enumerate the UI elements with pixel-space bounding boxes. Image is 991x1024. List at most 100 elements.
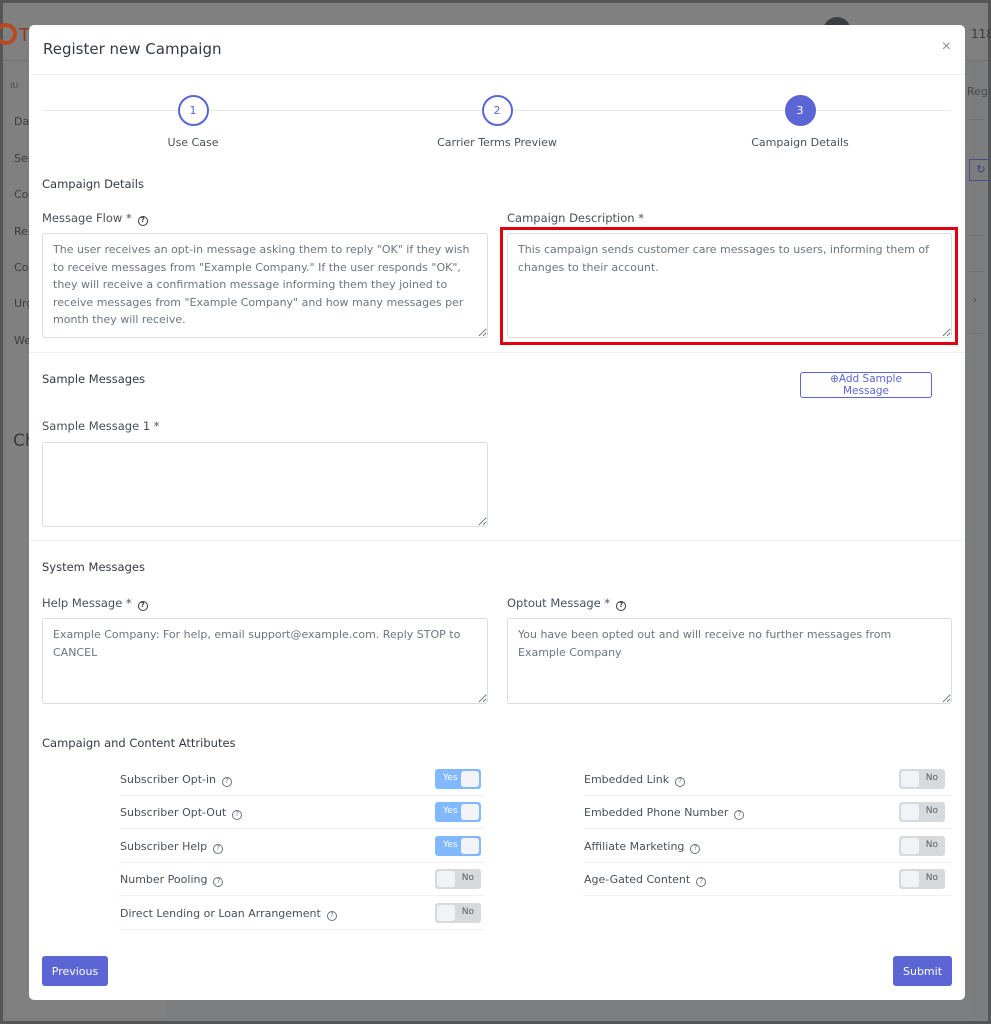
help-icon[interactable]: ? <box>675 777 686 787</box>
background-divider <box>969 271 985 272</box>
attribute-label-text: Subscriber Opt-in <box>120 773 217 786</box>
attribute-label: Number Pooling? <box>120 873 224 887</box>
campaign-description-label: Campaign Description * <box>507 211 644 225</box>
toggle-knob <box>461 771 479 787</box>
affiliate-marketing-toggle[interactable]: No <box>899 836 945 856</box>
subscriber-opt-in-toggle[interactable]: Yes <box>435 769 481 789</box>
help-icon[interactable]: ? <box>137 216 148 226</box>
help-icon[interactable]: ? <box>734 810 745 820</box>
step-use-case[interactable]: 1 Use Case <box>93 95 293 149</box>
attribute-age-gated-content: Age-Gated Content? No <box>584 863 951 896</box>
help-message-label-text: Help Message * <box>42 596 132 610</box>
message-flow-textarea[interactable]: The user receives an opt-in message aski… <box>42 233 488 338</box>
help-icon[interactable]: ? <box>232 810 243 820</box>
section-title-system-messages: System Messages <box>42 560 145 574</box>
attribute-embedded-phone-number: Embedded Phone Number? No <box>584 796 951 829</box>
brand-logo-icon <box>0 23 17 45</box>
attribute-embedded-link: Embedded Link? No <box>584 763 951 796</box>
step-label: Carrier Terms Preview <box>437 136 557 149</box>
sidebar-heading: IU <box>10 81 19 90</box>
attribute-label: Affiliate Marketing? <box>584 840 701 854</box>
step-number: 2 <box>481 95 513 126</box>
toggle-knob <box>901 804 919 820</box>
attribute-label-text: Embedded Phone Number <box>584 806 729 819</box>
attribute-label-text: Subscriber Opt-Out <box>120 806 227 819</box>
toggle-knob <box>437 871 455 887</box>
step-label: Campaign Details <box>751 136 849 149</box>
optout-message-label: Optout Message *? <box>507 596 627 611</box>
toggle-state-label: No <box>925 840 938 850</box>
message-flow-label-text: Message Flow * <box>42 211 132 225</box>
attribute-label-text: Direct Lending or Loan Arrangement <box>120 907 321 920</box>
close-icon[interactable]: × <box>942 38 951 56</box>
help-icon[interactable]: ? <box>690 844 701 854</box>
background-divider <box>969 333 985 334</box>
ip-fragment: 118 <box>971 27 991 41</box>
toggle-state-label: Yes <box>443 806 458 816</box>
help-icon[interactable]: ? <box>326 911 337 921</box>
help-icon[interactable]: ? <box>213 844 224 854</box>
number-pooling-toggle[interactable]: No <box>435 869 481 889</box>
attribute-label: Age-Gated Content? <box>584 873 707 887</box>
attribute-label-text: Affiliate Marketing <box>584 840 685 853</box>
age-gated-content-toggle[interactable]: No <box>899 869 945 889</box>
toggle-state-label: No <box>461 873 474 883</box>
background-content-edge <box>969 61 985 1018</box>
stepper: 1 Use Case 2 Carrier Terms Preview 3 Cam… <box>43 95 951 155</box>
modal-title: Register new Campaign <box>43 40 222 58</box>
subscriber-opt-out-toggle[interactable]: Yes <box>435 802 481 822</box>
help-icon[interactable]: ? <box>696 877 707 887</box>
attribute-affiliate-marketing: Affiliate Marketing? No <box>584 830 951 863</box>
section-divider <box>29 352 965 353</box>
attribute-subscriber-opt-out: Subscriber Opt-Out? Yes <box>120 796 484 829</box>
attribute-subscriber-opt-in: Subscriber Opt-in? Yes <box>120 763 484 796</box>
toggle-knob <box>461 838 479 854</box>
toggle-state-label: No <box>925 773 938 783</box>
attribute-subscriber-help: Subscriber Help? Yes <box>120 830 484 863</box>
help-message-textarea[interactable]: Example Company: For help, email support… <box>42 618 488 704</box>
section-title-sample-messages: Sample Messages <box>42 372 146 386</box>
step-carrier-terms-preview[interactable]: 2 Carrier Terms Preview <box>397 95 597 149</box>
subscriber-help-toggle[interactable]: Yes <box>435 836 481 856</box>
toggle-knob <box>901 838 919 854</box>
attribute-label-text: Number Pooling <box>120 873 208 886</box>
message-flow-label: Message Flow *? <box>42 211 148 226</box>
toggle-knob <box>901 771 919 787</box>
help-icon[interactable]: ? <box>137 601 148 611</box>
optout-message-textarea[interactable]: You have been opted out and will receive… <box>507 618 952 704</box>
campaign-description-textarea[interactable]: This campaign sends customer care messag… <box>507 233 952 338</box>
refresh-icon: ↻ <box>969 159 991 181</box>
help-icon[interactable]: ? <box>213 877 224 887</box>
attribute-label: Embedded Link? <box>584 773 686 787</box>
help-message-label: Help Message *? <box>42 596 148 611</box>
chevron-right-icon: › <box>973 295 977 306</box>
add-sample-message-button[interactable]: ⊕Add Sample Message <box>800 372 932 398</box>
submit-button[interactable]: Submit <box>893 956 952 986</box>
section-divider <box>29 540 965 541</box>
toggle-knob <box>461 804 479 820</box>
direct-lending-toggle[interactable]: No <box>435 903 481 923</box>
background-divider <box>969 119 985 120</box>
embedded-link-toggle[interactable]: No <box>899 769 945 789</box>
toggle-knob <box>437 905 455 921</box>
section-title-campaign-details: Campaign Details <box>42 177 144 191</box>
toggle-state-label: No <box>925 873 938 883</box>
attribute-number-pooling: Number Pooling? No <box>120 863 484 896</box>
attribute-label: Embedded Phone Number? <box>584 806 745 820</box>
help-icon[interactable]: ? <box>616 601 627 611</box>
attribute-label: Subscriber Help? <box>120 840 224 854</box>
embedded-phone-number-toggle[interactable]: No <box>899 802 945 822</box>
attribute-label-text: Embedded Link <box>584 773 670 786</box>
previous-button[interactable]: Previous <box>42 956 108 986</box>
toggle-state-label: No <box>925 806 938 816</box>
step-number: 3 <box>784 95 816 126</box>
help-icon[interactable]: ? <box>222 777 233 787</box>
attribute-label: Direct Lending or Loan Arrangement? <box>120 907 337 921</box>
register-campaign-modal: Register new Campaign × 1 Use Case 2 Car… <box>29 25 965 1000</box>
attribute-label-text: Age-Gated Content <box>584 873 691 886</box>
optout-message-label-text: Optout Message * <box>507 596 611 610</box>
step-campaign-details[interactable]: 3 Campaign Details <box>700 95 900 149</box>
step-label: Use Case <box>167 136 219 149</box>
sample-message-1-textarea[interactable] <box>42 442 488 527</box>
section-title-attributes: Campaign and Content Attributes <box>42 736 236 750</box>
